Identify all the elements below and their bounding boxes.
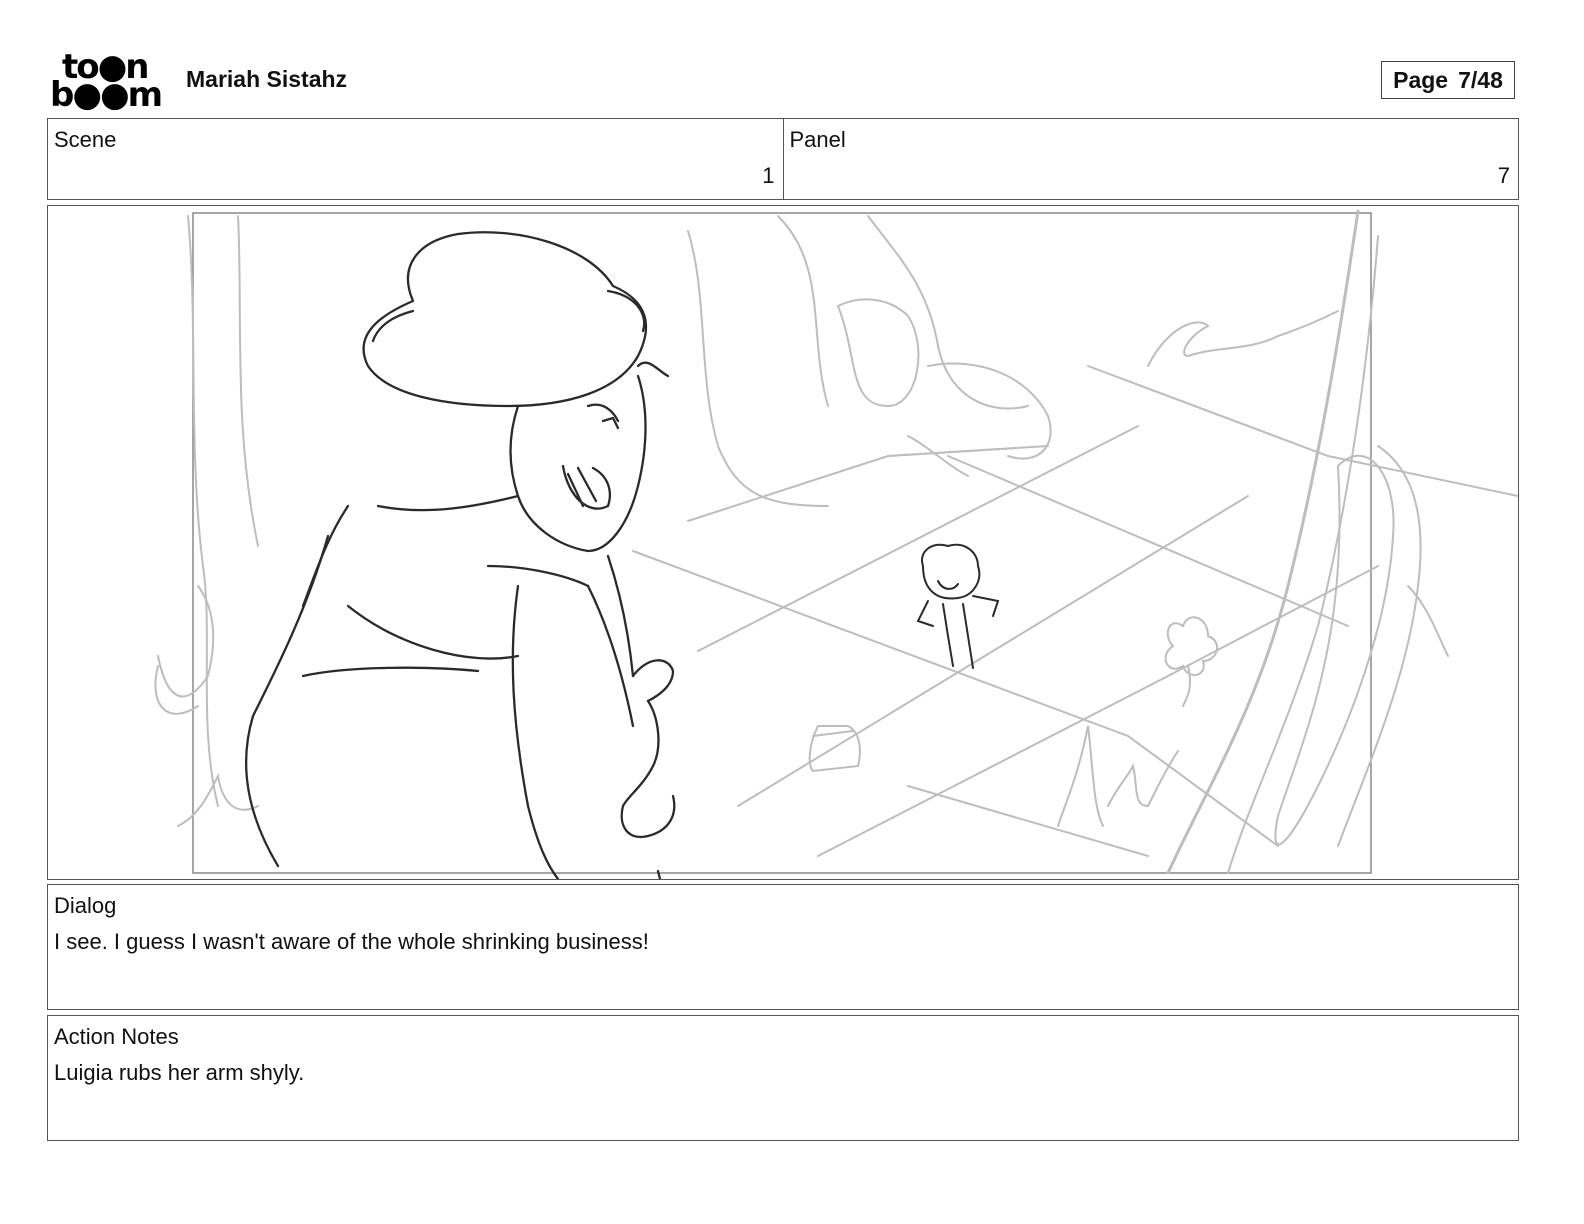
panel-value: 7	[1497, 163, 1510, 188]
toonboom-logo: to●n b●●m	[50, 50, 163, 115]
project-title: Mariah Sistahz	[186, 66, 348, 92]
page-value: 7/48	[1458, 66, 1503, 93]
action-notes-label: Action Notes	[54, 1024, 179, 1049]
dialog-label: Dialog	[54, 893, 117, 918]
logo-line-2: b●●m	[50, 75, 163, 115]
panel-label: Panel	[789, 127, 846, 152]
storyboard-panel	[47, 205, 1519, 880]
page-indicator: Page 7/48	[1381, 61, 1515, 99]
small-figure-sketch	[916, 543, 1000, 669]
action-notes-text: Luigia rubs her arm shyly.	[54, 1060, 305, 1085]
character-sketch	[244, 231, 676, 879]
dialog-text: I see. I guess I wasn't aware of the who…	[54, 929, 649, 954]
dialog-box: Dialog I see. I guess I wasn't aware of …	[47, 884, 1519, 1010]
action-notes-box: Action Notes Luigia rubs her arm shyly.	[47, 1015, 1519, 1141]
scene-panel-row: Scene 1 Panel 7	[47, 118, 1519, 200]
scene-cell: Scene 1	[48, 119, 783, 199]
panel-sketch	[154, 209, 1518, 879]
scene-value: 1	[762, 163, 775, 188]
scene-label: Scene	[54, 127, 117, 152]
background-sketch	[154, 209, 1518, 875]
page-label: Page	[1393, 66, 1449, 93]
camera-frame	[192, 212, 1372, 874]
panel-cell: Panel 7	[782, 119, 1519, 199]
